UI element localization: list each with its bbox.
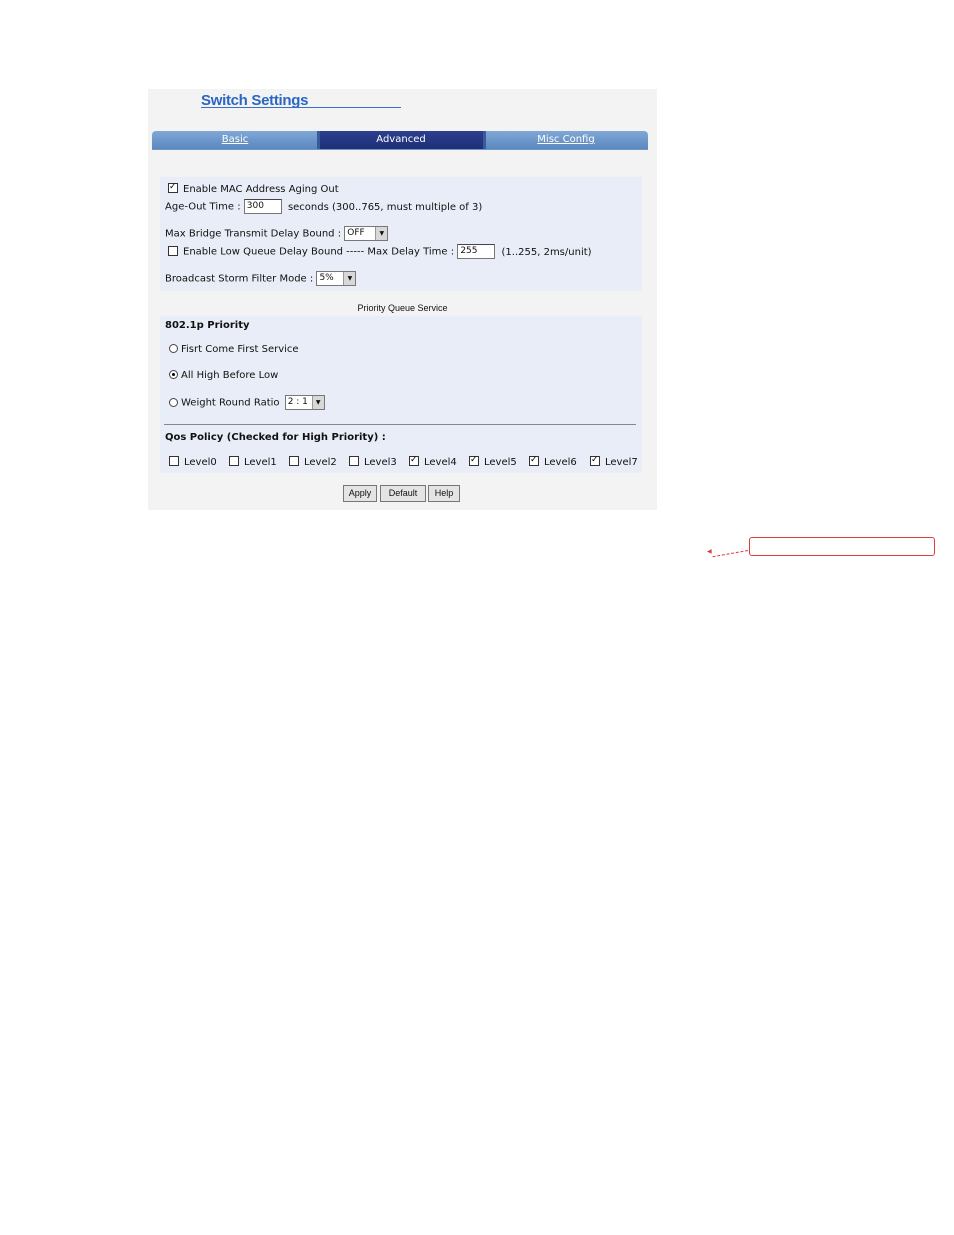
level6-label: Level6 (544, 457, 577, 468)
mac-aging-label: Enable MAC Address Aging Out (183, 184, 339, 195)
weight-round-select[interactable]: 2 : 1 ▼ (284, 395, 325, 410)
storm-value: 5% (319, 273, 334, 283)
level0-label: Level0 (184, 457, 217, 468)
priority-heading: 802.1p Priority (165, 320, 250, 331)
storm-row: Broadcast Storm Filter Mode : 5% ▼ (165, 271, 357, 286)
qos-level-5: Level5 (469, 454, 517, 469)
priority-queue-label: Priority Queue Service (357, 303, 448, 313)
qos-level-1: Level1 (229, 456, 277, 469)
weight-round-label: Weight Round Ratio (181, 397, 280, 409)
qos-heading: Qos Policy (Checked for High Priority) : (165, 432, 386, 443)
age-out-row: Age-Out Time : 300 seconds (300..765, mu… (165, 199, 482, 214)
weight-round-value: 2 : 1 (287, 397, 308, 407)
weight-round-row: Weight Round Ratio 2 : 1 ▼ (169, 395, 325, 410)
priority-box: 802.1p Priority Fisrt Come First Service… (160, 316, 642, 473)
callout-leader-line (712, 550, 749, 558)
switch-settings-panel: Switch Settings Basic Advanced Misc Conf… (148, 89, 657, 510)
callout-box (749, 537, 935, 556)
tab-bar: Basic Advanced Misc Config (152, 131, 648, 149)
tab-misc-config[interactable]: Misc Config (484, 131, 648, 149)
chevron-down-icon: ▼ (375, 227, 388, 240)
level7-label: Level7 (605, 457, 638, 468)
level3-label: Level3 (364, 457, 397, 468)
level3-checkbox[interactable] (349, 456, 359, 466)
age-out-input[interactable]: 300 (243, 199, 282, 214)
qos-level-0: Level0 (169, 456, 217, 469)
max-bridge-row: Max Bridge Transmit Delay Bound : OFF ▼ (165, 226, 389, 241)
level2-checkbox[interactable] (289, 456, 299, 466)
fcfs-radio[interactable] (169, 344, 178, 353)
section-divider (164, 424, 636, 425)
apply-button[interactable]: Apply (343, 485, 377, 502)
tab-separator (317, 131, 320, 149)
qos-level-3: Level3 (349, 456, 397, 469)
level5-checkbox[interactable] (469, 454, 479, 466)
title-underline (201, 107, 401, 108)
max-bridge-value: OFF (347, 228, 365, 238)
storm-select[interactable]: 5% ▼ (316, 271, 357, 286)
high-before-low-row: All High Before Low (169, 370, 278, 382)
weight-round-radio[interactable] (169, 397, 178, 407)
tab-separator (483, 131, 486, 149)
mac-aging-checkbox[interactable] (168, 181, 178, 193)
chevron-down-icon: ▼ (343, 272, 356, 285)
mac-aging-row: Enable MAC Address Aging Out (168, 181, 339, 196)
max-delay-input[interactable]: 255 (457, 244, 496, 259)
level1-checkbox[interactable] (229, 456, 239, 466)
chevron-down-icon: ▼ (311, 396, 324, 409)
callout-arrow-icon: ◀ (707, 548, 712, 555)
storm-label: Broadcast Storm Filter Mode : (165, 273, 314, 285)
fcfs-row: Fisrt Come First Service (169, 344, 299, 356)
qos-level-7: Level7 (590, 454, 638, 469)
age-out-label: Age-Out Time : (165, 201, 241, 213)
advanced-settings-box: Enable MAC Address Aging Out Age-Out Tim… (160, 177, 642, 291)
low-queue-row: Enable Low Queue Delay Bound ----- Max D… (168, 244, 592, 259)
age-out-hint: seconds (300..765, must multiple of 3) (287, 201, 483, 213)
qos-level-4: Level4 (409, 454, 457, 469)
tab-underline (152, 149, 648, 150)
level5-label: Level5 (484, 457, 517, 468)
tab-basic[interactable]: Basic (152, 131, 318, 149)
level4-label: Level4 (424, 457, 457, 468)
level7-checkbox[interactable] (590, 454, 600, 466)
level4-checkbox[interactable] (409, 454, 419, 466)
tab-advanced[interactable]: Advanced (318, 131, 484, 149)
level0-checkbox[interactable] (169, 456, 179, 466)
level6-checkbox[interactable] (529, 454, 539, 466)
qos-level-2: Level2 (289, 456, 337, 469)
level2-label: Level2 (304, 457, 337, 468)
max-delay-hint: (1..255, 2ms/unit) (501, 246, 592, 258)
high-before-low-label: All High Before Low (181, 370, 279, 381)
fcfs-label: Fisrt Come First Service (181, 344, 299, 355)
max-bridge-select[interactable]: OFF ▼ (344, 226, 389, 241)
low-queue-checkbox[interactable] (168, 245, 178, 256)
high-before-low-radio[interactable] (169, 370, 178, 379)
low-queue-label: Enable Low Queue Delay Bound ----- Max D… (183, 246, 455, 258)
max-bridge-label: Max Bridge Transmit Delay Bound : (165, 228, 342, 240)
default-button[interactable]: Default (380, 485, 426, 502)
level1-label: Level1 (244, 457, 277, 468)
qos-level-6: Level6 (529, 454, 577, 469)
help-button[interactable]: Help (428, 485, 460, 502)
